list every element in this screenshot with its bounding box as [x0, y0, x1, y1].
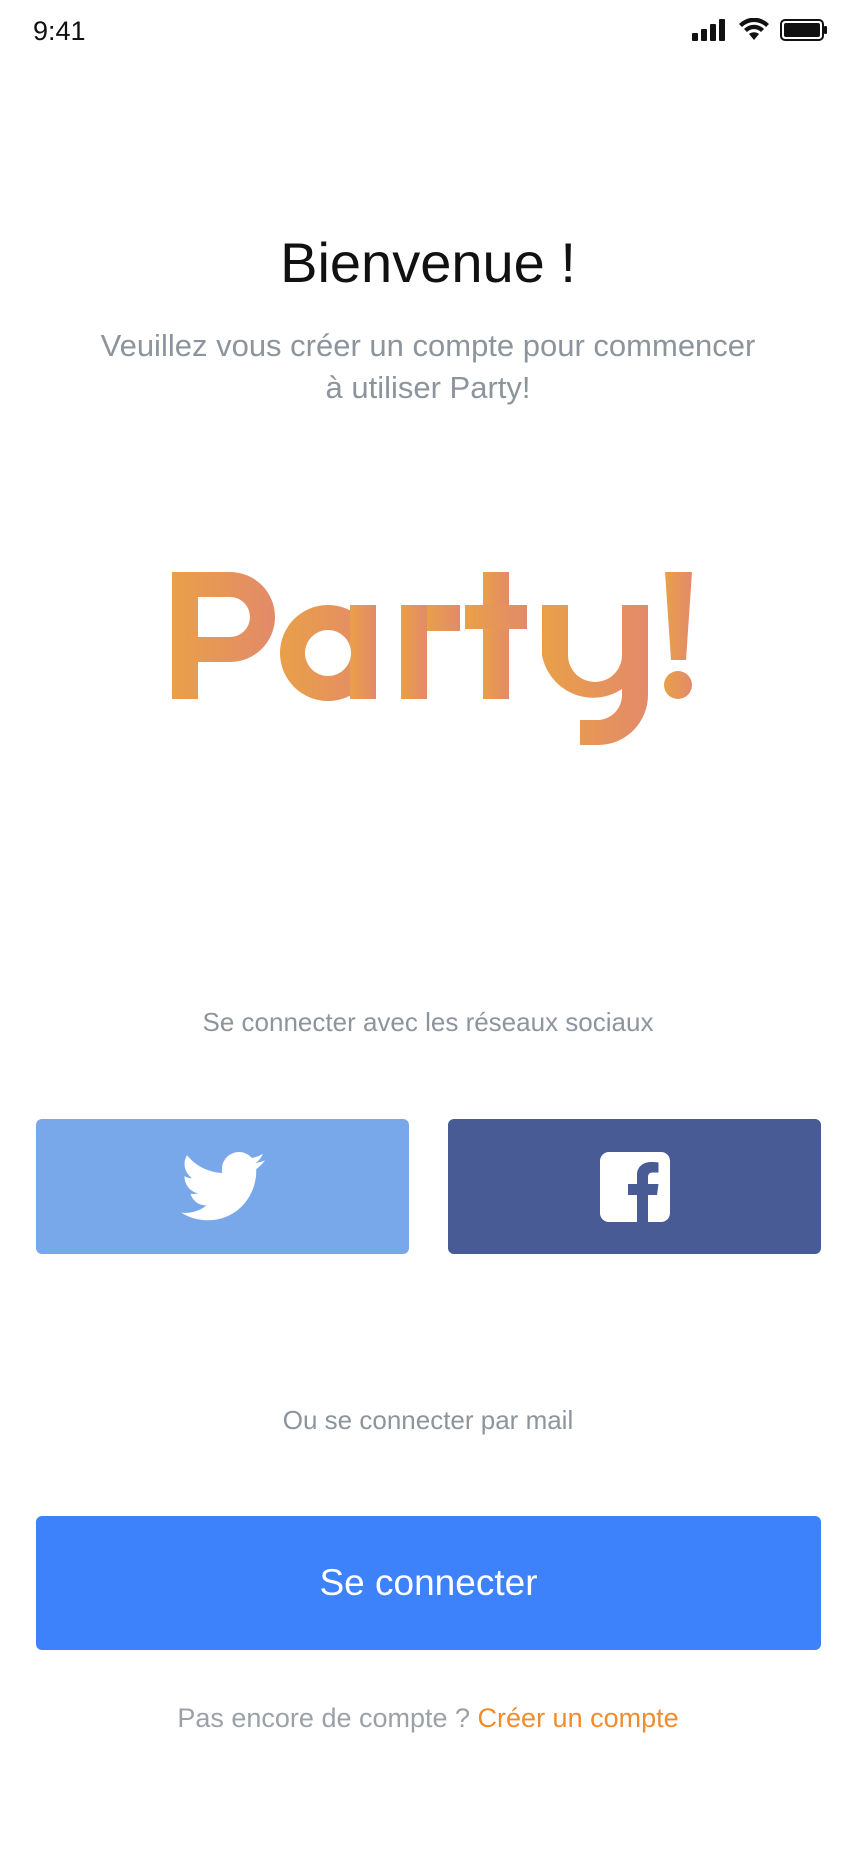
create-account-link[interactable]: Créer un compte: [478, 1703, 679, 1733]
login-screen: 9:41 Bienvenue ! Veuillez vous créer un …: [0, 0, 856, 1852]
mail-caption: Ou se connecter par mail: [282, 1405, 574, 1435]
welcome-title: Bienvenue !: [280, 231, 576, 294]
twitter-login-button[interactable]: [36, 1119, 409, 1254]
signup-prompt: Pas encore de compte ? Créer un compte: [0, 1703, 856, 1734]
facebook-icon: [599, 1151, 670, 1222]
status-icons: [692, 18, 828, 42]
wifi-icon: [739, 18, 769, 40]
party-logo: Party!: [160, 555, 700, 755]
signup-prompt-text: Pas encore de compte ?: [177, 1703, 478, 1733]
login-button[interactable]: Se connecter: [36, 1516, 821, 1650]
signal-icon: [692, 19, 725, 41]
logo-text: Party!: [700, 555, 701, 556]
social-caption: Se connecter avec les réseaux sociaux: [202, 1007, 654, 1037]
twitter-icon: [180, 1151, 265, 1220]
facebook-login-button[interactable]: [448, 1119, 821, 1254]
welcome-subtitle-line1: Veuillez vous créer un compte pour comme…: [100, 328, 756, 363]
status-time: 9:41: [33, 16, 86, 46]
welcome-subtitle-line2: à utiliser Party!: [325, 370, 531, 405]
status-bar: 9:41: [0, 0, 856, 62]
welcome-subtitle: Veuillez vous créer un compte pour comme…: [80, 325, 776, 409]
battery-icon: [780, 19, 827, 41]
